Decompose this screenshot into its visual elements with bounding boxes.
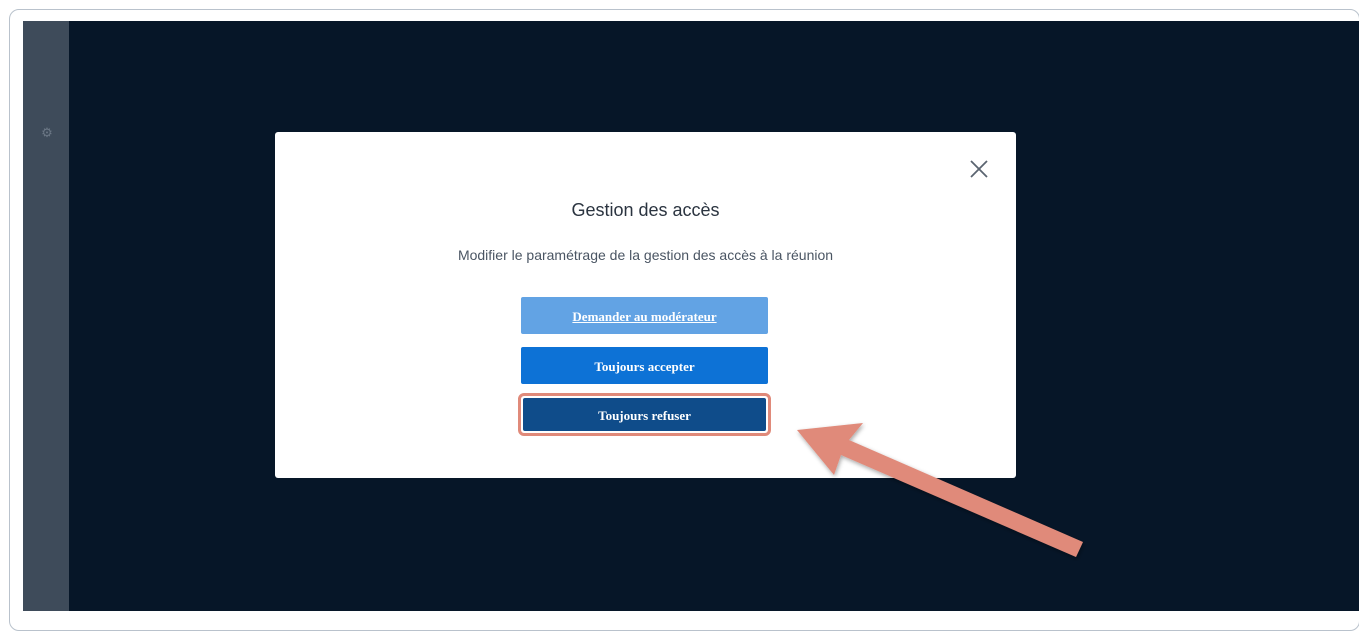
always-refuse-button[interactable]: Toujours refuser	[523, 398, 766, 431]
dialog-title: Gestion des accès	[571, 200, 720, 220]
highlight-box: Toujours refuser	[518, 393, 771, 436]
close-icon[interactable]	[968, 158, 990, 180]
access-management-dialog: Gestion des accès Modifier le paramétrag…	[275, 132, 1016, 478]
gear-icon[interactable]: ⚙	[41, 126, 53, 139]
always-accept-button[interactable]: Toujours accepter	[521, 347, 768, 384]
sidebar: ⚙	[23, 21, 69, 611]
screenshot-frame: ⚙ Gestion des accès Modifier le paramétr…	[9, 9, 1359, 631]
dialog-subtitle: Modifier le paramétrage de la gestion de…	[457, 247, 834, 263]
app-background: ⚙ Gestion des accès Modifier le paramétr…	[23, 21, 1359, 611]
ask-moderator-button[interactable]: Demander au modérateur	[521, 297, 768, 334]
